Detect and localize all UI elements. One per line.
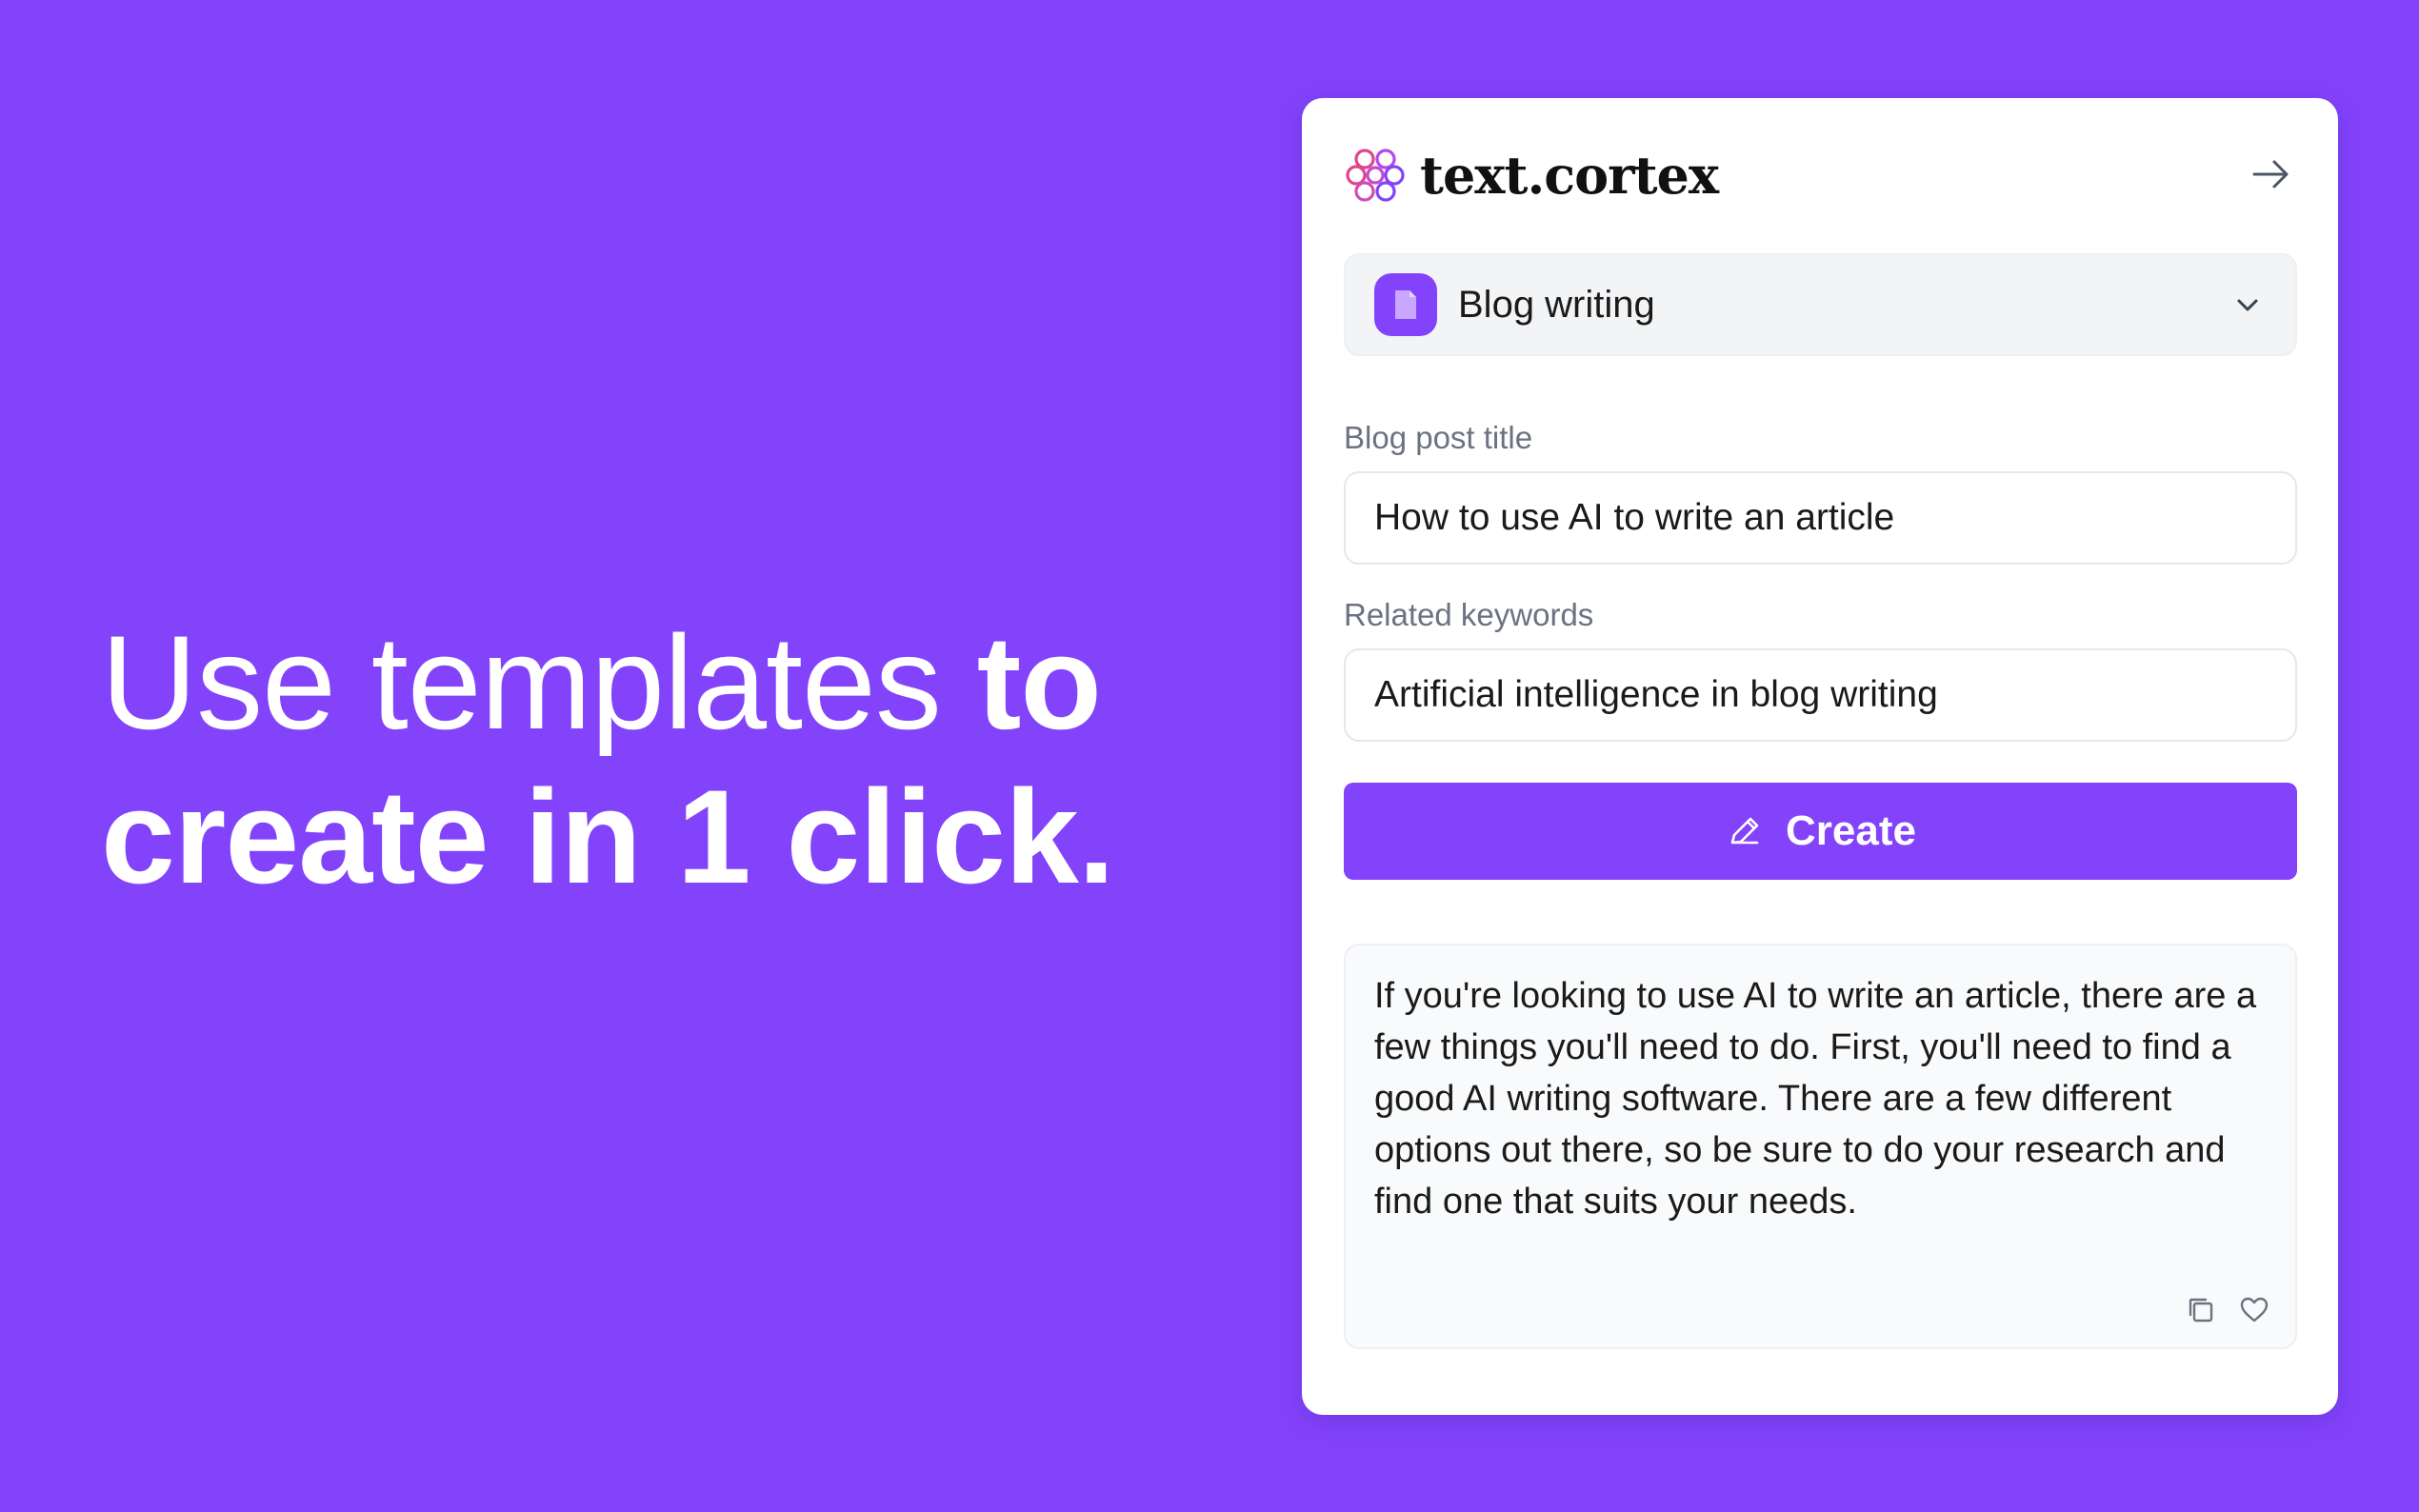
heart-icon[interactable] <box>2238 1294 2270 1326</box>
blog-title-input[interactable]: How to use AI to write an article <box>1344 471 2297 565</box>
document-icon <box>1395 290 1416 319</box>
hero-line-1-bold: to <box>976 607 1102 757</box>
brand-name: text.cortex <box>1420 145 1719 206</box>
create-button[interactable]: Create <box>1344 783 2297 880</box>
hero-headline: Use templates to create in 1 click. <box>101 606 1115 914</box>
create-button-label: Create <box>1786 807 1916 854</box>
keywords-input[interactable]: Artificial intelligence in blog writing <box>1344 648 2297 742</box>
arrow-right-icon <box>2252 160 2289 189</box>
extension-panel: text.cortex Blog writing Blog post title… <box>1302 98 2338 1415</box>
hero-line-2: create in 1 click. <box>101 762 1115 911</box>
collapse-panel-button[interactable] <box>2245 148 2298 201</box>
keywords-label: Related keywords <box>1344 597 1594 632</box>
template-icon-badge <box>1374 273 1437 336</box>
blog-title-label: Blog post title <box>1344 420 1533 455</box>
panel-header: text.cortex <box>1342 132 2298 228</box>
brain-logo-icon <box>1346 149 1405 202</box>
brand-logo: text.cortex <box>1342 142 1719 209</box>
generated-output: If you're looking to use AI to write an … <box>1344 944 2297 1349</box>
generated-text: If you're looking to use AI to write an … <box>1374 976 2257 1222</box>
hero-line-1: Use templates to <box>101 606 1114 760</box>
page: Use templates to create in 1 click. text… <box>0 0 2419 1512</box>
chevron-down-icon <box>2237 299 2258 311</box>
template-select[interactable]: Blog writing <box>1344 253 2297 356</box>
copy-icon[interactable] <box>2185 1294 2217 1326</box>
template-selected-label: Blog writing <box>1458 283 1655 326</box>
output-actions <box>2185 1294 2270 1326</box>
hero-line-1-light: Use templates <box>101 607 942 757</box>
pencil-icon <box>1730 817 1759 845</box>
